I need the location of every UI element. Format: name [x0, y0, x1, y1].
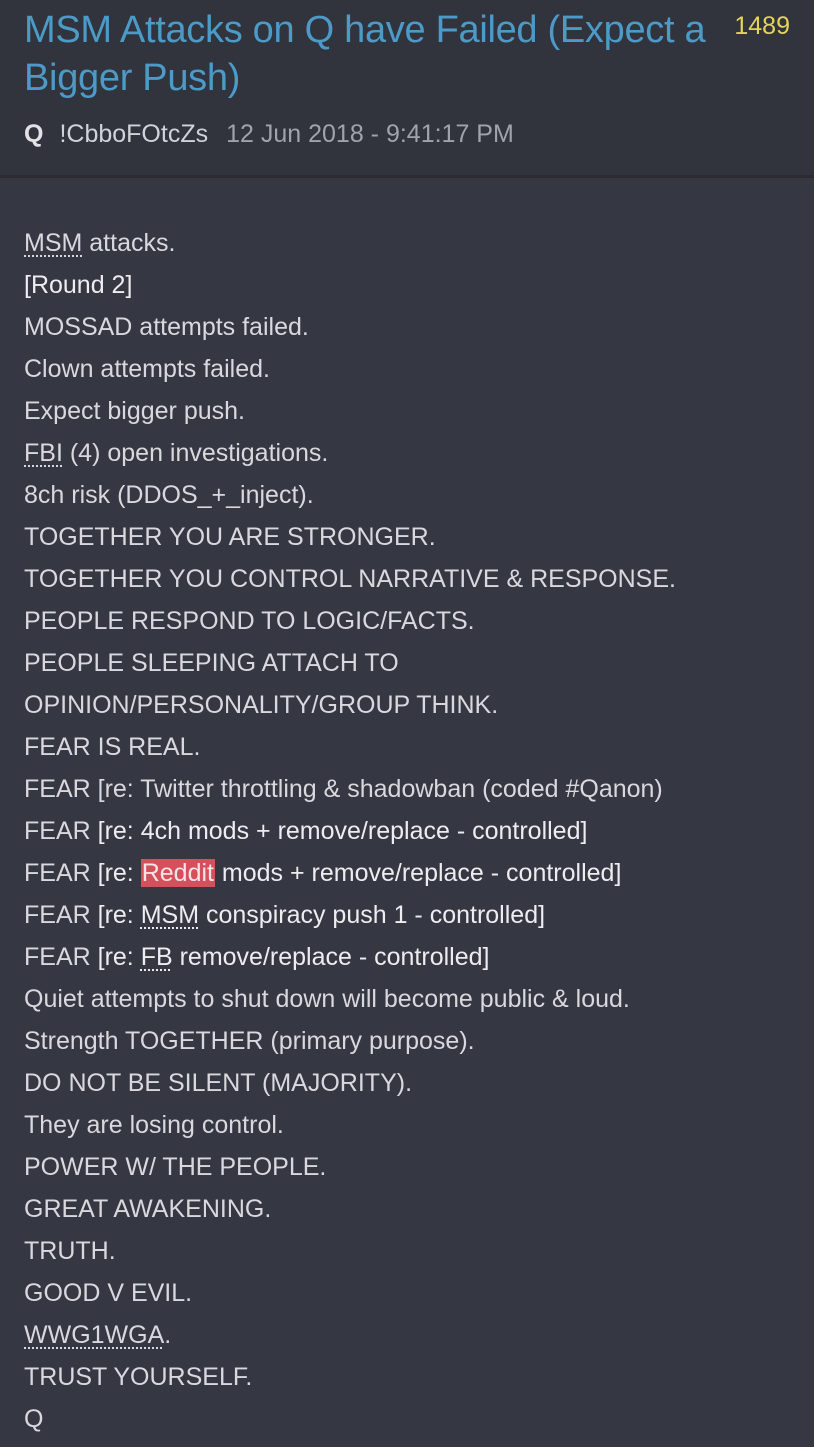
post-meta: Q !CbboFOtcZs 12 Jun 2018 - 9:41:17 PM: [24, 120, 790, 149]
body-line: FEAR [re: MSM conspiracy push 1 - contro…: [24, 894, 790, 936]
body-line: Strength TOGETHER (primary purpose).: [24, 1027, 475, 1055]
text: .: [164, 1321, 172, 1349]
body-line: FEAR [re: 4ch mods + remove/replace - co…: [24, 810, 790, 852]
text: [re:: [97, 859, 141, 887]
body-line: OPINION/PERSONALITY/GROUP THINK.: [24, 691, 499, 719]
body-line: POWER W/ THE PEOPLE.: [24, 1153, 327, 1181]
body-line: GREAT AWAKENING.: [24, 1195, 272, 1223]
body-line: [Round 2]: [24, 271, 133, 299]
text: attacks.: [82, 229, 176, 257]
text: [re:: [97, 943, 141, 971]
body-line: PEOPLE SLEEPING ATTACH TO: [24, 649, 399, 677]
timestamp: 12 Jun 2018 - 9:41:17 PM: [226, 120, 514, 148]
post-number[interactable]: 1489: [734, 12, 790, 41]
text: FEAR: [24, 943, 98, 971]
text: mods + remove/replace - controlled]: [214, 859, 622, 887]
bold-text: [re: 4ch mods + remove/replace - control…: [97, 817, 588, 845]
post-header: MSM Attacks on Q have Failed (Expect a B…: [0, 0, 814, 178]
body-line: FEAR [re: Twitter throttling & shadowban…: [24, 775, 663, 803]
body-line: WWG1WGA.: [24, 1314, 790, 1356]
abbreviation[interactable]: MSM: [141, 901, 199, 929]
tripcode: !CbboFOtcZs: [59, 120, 209, 148]
bold-text: [re: FB remove/replace - controlled]: [98, 943, 490, 971]
body-line: They are losing control.: [24, 1111, 284, 1139]
body-line: FEAR IS REAL.: [24, 733, 201, 761]
body-line: TRUTH.: [24, 1237, 116, 1265]
body-line: MSM attacks.: [24, 222, 790, 264]
body-line: DO NOT BE SILENT (MAJORITY).: [24, 1069, 413, 1097]
text: [re:: [97, 901, 141, 929]
body-line: FEAR [re: FB remove/replace - controlled…: [24, 936, 790, 978]
post-body: MSM attacks. [Round 2] MOSSAD attempts f…: [0, 178, 814, 1440]
highlighted-term: Reddit: [140, 859, 215, 887]
abbreviation[interactable]: WWG1WGA: [24, 1321, 164, 1349]
abbreviation[interactable]: FB: [141, 943, 173, 971]
body-line: PEOPLE RESPOND TO LOGIC/FACTS.: [24, 607, 475, 635]
body-line: FBI (4) open investigations.: [24, 432, 790, 474]
body-line: MOSSAD attempts failed.: [24, 313, 309, 341]
body-line: GOOD V EVIL.: [24, 1279, 193, 1307]
abbreviation[interactable]: MSM: [24, 229, 82, 257]
body-line: Clown attempts failed.: [24, 355, 270, 383]
body-line: FEAR [re: Reddit mods + remove/replace -…: [24, 852, 790, 894]
body-line: Quiet attempts to shut down will become …: [24, 985, 630, 1013]
text: FEAR: [24, 817, 98, 845]
body-line: TRUST YOURSELF.: [24, 1363, 253, 1391]
bold-text: [re: Reddit mods + remove/replace - cont…: [97, 859, 622, 887]
author-name: Q: [24, 120, 44, 148]
body-line: TOGETHER YOU ARE STRONGER.: [24, 523, 436, 551]
bold-text: [re: MSM conspiracy push 1 - controlled]: [98, 901, 545, 929]
text: conspiracy push 1 - controlled]: [199, 901, 546, 929]
abbreviation[interactable]: FBI: [24, 439, 63, 467]
signature: Q: [24, 1405, 44, 1433]
text: remove/replace - controlled]: [172, 943, 490, 971]
post-title[interactable]: MSM Attacks on Q have Failed (Expect a B…: [24, 6, 722, 102]
text: (4) open investigations.: [62, 439, 329, 467]
text: FEAR: [24, 859, 98, 887]
text: FEAR: [24, 901, 98, 929]
body-line: Expect bigger push.: [24, 397, 245, 425]
body-line: TOGETHER YOU CONTROL NARRATIVE & RESPONS…: [24, 565, 676, 593]
body-line: 8ch risk (DDOS_+_inject).: [24, 481, 314, 509]
